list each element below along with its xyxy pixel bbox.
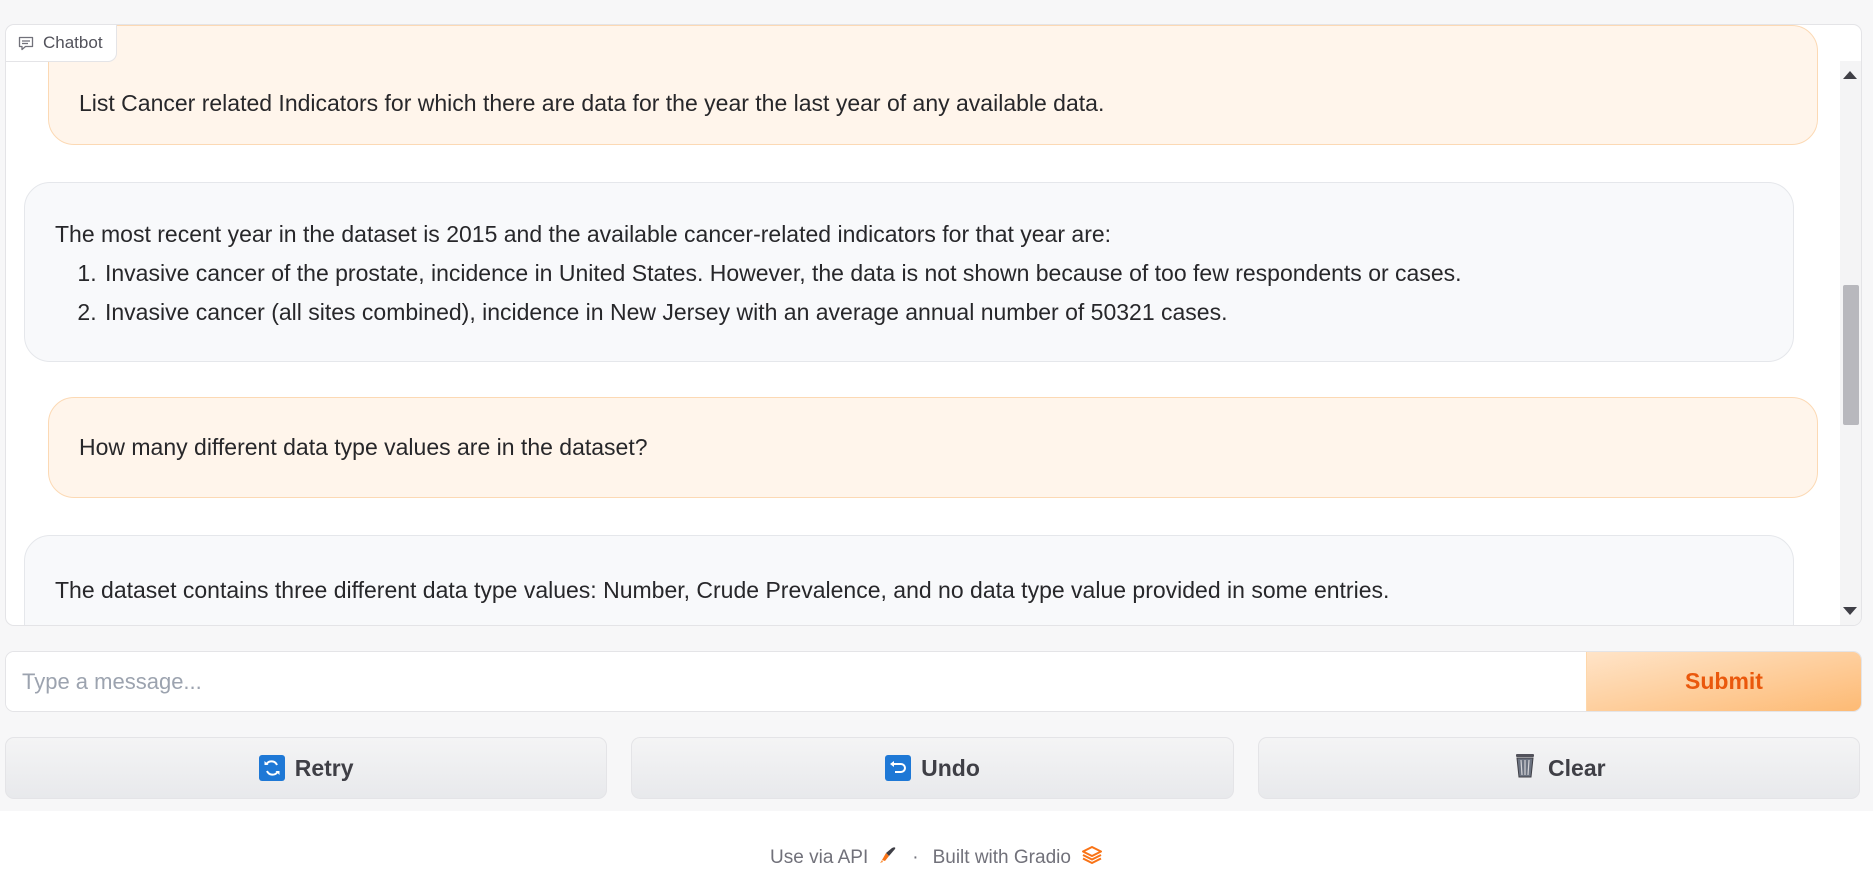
undo-button[interactable]: Undo xyxy=(631,737,1234,799)
bot-message: The dataset contains three different dat… xyxy=(24,535,1794,625)
footer: Use via API · Built with Gradio xyxy=(0,838,1873,878)
bot-message-list: Invasive cancer of the prostate, inciden… xyxy=(55,254,1763,332)
action-button-row: Retry Undo Clear xyxy=(5,737,1860,799)
undo-label: Undo xyxy=(921,754,980,781)
message-input[interactable] xyxy=(6,652,1586,711)
bot-message: The most recent year in the dataset is 2… xyxy=(24,182,1794,362)
scroll-down-icon[interactable] xyxy=(1843,607,1857,615)
chatbot-panel: Chatbot List Cancer related Indicators f… xyxy=(5,24,1862,626)
user-message: How many different data type values are … xyxy=(48,397,1818,498)
bot-message-intro: The most recent year in the dataset is 2… xyxy=(55,221,1112,247)
list-item: Invasive cancer (all sites combined), in… xyxy=(103,293,1763,332)
chatbot-label-text: Chatbot xyxy=(43,33,103,52)
chat-scroll-area[interactable]: List Cancer related Indicators for which… xyxy=(6,25,1844,625)
user-message: List Cancer related Indicators for which… xyxy=(48,25,1818,145)
retry-icon xyxy=(258,755,285,781)
clear-button[interactable]: Clear xyxy=(1257,737,1860,799)
trash-icon xyxy=(1512,751,1538,785)
clear-label: Clear xyxy=(1548,754,1606,781)
footer-separator: · xyxy=(912,847,919,868)
retry-button[interactable]: Retry xyxy=(5,737,608,799)
gradio-link[interactable]: Built with Gradio xyxy=(933,847,1071,869)
user-message-text: List Cancer related Indicators for which… xyxy=(79,89,1105,116)
chatbot-label: Chatbot xyxy=(6,25,117,62)
api-link[interactable]: Use via API xyxy=(770,847,868,869)
chat-scrollbar[interactable] xyxy=(1840,61,1861,625)
chat-bubble-icon xyxy=(18,36,34,51)
rocket-icon xyxy=(878,845,898,871)
retry-label: Retry xyxy=(294,754,354,781)
scrollbar-thumb[interactable] xyxy=(1843,285,1859,425)
list-item: Invasive cancer of the prostate, inciden… xyxy=(103,254,1763,293)
bot-message-text: The dataset contains three different dat… xyxy=(55,577,1390,603)
submit-button[interactable]: Submit xyxy=(1586,652,1861,711)
message-input-row: Submit xyxy=(5,651,1862,712)
undo-icon xyxy=(885,755,912,781)
gradio-logo-icon xyxy=(1081,845,1103,871)
scroll-up-icon[interactable] xyxy=(1843,71,1857,79)
user-message-text: How many different data type values are … xyxy=(79,434,648,460)
